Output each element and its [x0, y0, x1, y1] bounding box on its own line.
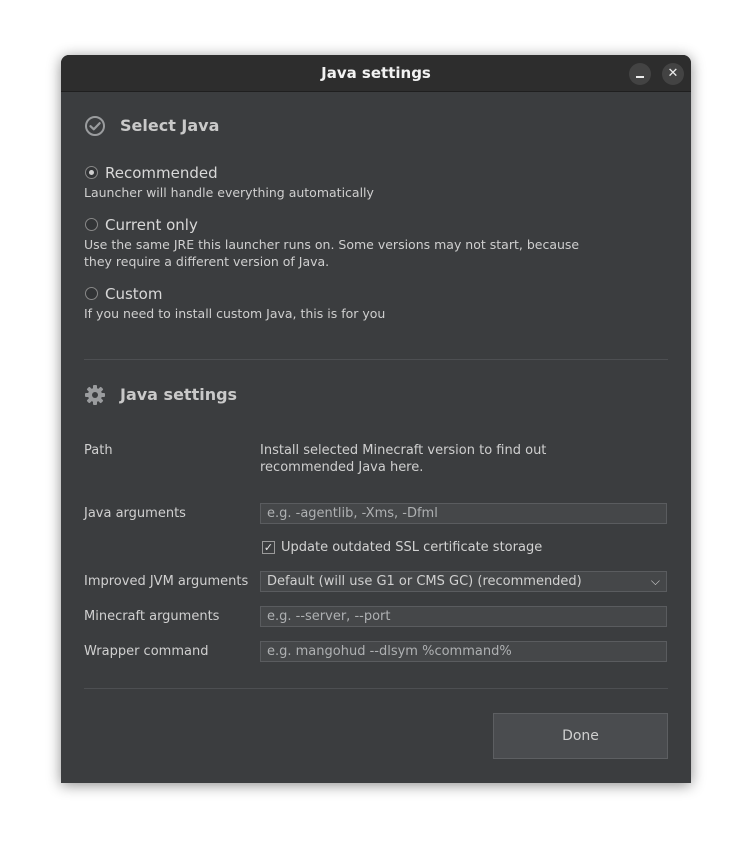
minecraft-arguments-input[interactable]: e.g. --server, --port	[260, 606, 667, 627]
radio-button-current-only[interactable]	[85, 218, 98, 231]
custom-description: If you need to install custom Java, this…	[84, 306, 386, 321]
radio-label-recommended: Recommended	[105, 164, 218, 182]
current-only-description-line2: they require a different version of Java…	[84, 254, 330, 269]
wrapper-command-input[interactable]: e.g. mangohud --dlsym %command%	[260, 641, 667, 662]
jvm-arguments-selected: Default (will use G1 or CMS GC) (recomme…	[267, 574, 582, 589]
current-only-description-line1: Use the same JRE this launcher runs on. …	[84, 237, 580, 252]
jvm-arguments-label: Improved JVM arguments	[84, 574, 249, 589]
jvm-arguments-select[interactable]: Default (will use G1 or CMS GC) (recomme…	[260, 571, 667, 592]
path-value-line1: Install selected Minecraft version to fi…	[260, 443, 547, 458]
done-button[interactable]: Done	[493, 713, 668, 759]
footer-divider	[84, 688, 668, 689]
radio-label-current-only: Current only	[105, 216, 198, 234]
minimize-icon	[636, 76, 644, 78]
radio-recommended[interactable]: Recommended	[84, 163, 284, 183]
java-arguments-input[interactable]: e.g. -agentlib, -Xms, -Dfml	[260, 503, 667, 524]
close-button[interactable]: ✕	[662, 63, 684, 85]
java-settings-title: Java settings	[120, 385, 238, 404]
ssl-checkbox[interactable]: ✓	[262, 541, 275, 554]
radio-current-only[interactable]: Current only	[84, 215, 284, 235]
ssl-checkbox-label: Update outdated SSL certificate storage	[281, 540, 543, 555]
wrapper-command-label: Wrapper command	[84, 644, 209, 659]
java-settings-window: Java settings ✕ Select Java Recommended …	[61, 55, 691, 783]
close-icon: ✕	[667, 66, 679, 81]
check-circle-icon	[85, 116, 105, 136]
path-value-line2: recommended Java here.	[260, 460, 424, 475]
minecraft-arguments-label: Minecraft arguments	[84, 609, 220, 624]
java-arguments-placeholder: e.g. -agentlib, -Xms, -Dfml	[267, 506, 438, 521]
path-label: Path	[84, 443, 113, 458]
gear-icon	[85, 385, 105, 405]
window-title: Java settings	[321, 64, 431, 82]
recommended-description: Launcher will handle everything automati…	[84, 185, 374, 200]
wrapper-command-placeholder: e.g. mangohud --dlsym %command%	[267, 644, 512, 659]
title-bar[interactable]: Java settings ✕	[61, 55, 691, 92]
chevron-down-icon: ⌵	[650, 574, 660, 588]
minecraft-arguments-placeholder: e.g. --server, --port	[267, 609, 391, 624]
radio-button-recommended[interactable]	[85, 166, 98, 179]
minimize-button[interactable]	[629, 63, 651, 85]
radio-button-custom[interactable]	[85, 287, 98, 300]
java-arguments-label: Java arguments	[84, 506, 186, 521]
radio-label-custom: Custom	[105, 285, 163, 303]
section-divider	[84, 359, 668, 360]
radio-custom[interactable]: Custom	[84, 284, 284, 304]
select-java-title: Select Java	[120, 116, 220, 135]
